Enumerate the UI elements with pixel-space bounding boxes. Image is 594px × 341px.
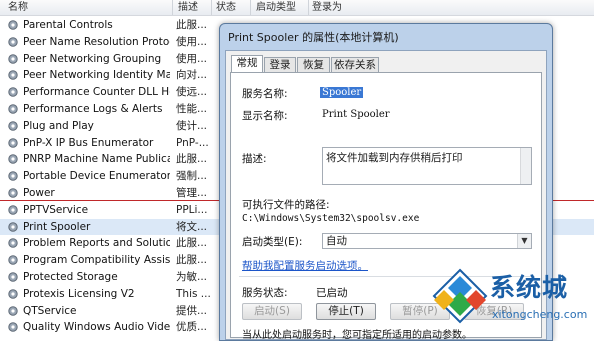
- service-name: Parental Controls: [23, 19, 113, 31]
- service-name: Problem Reports and Solutio...: [23, 237, 170, 250]
- gear-icon: [8, 221, 18, 232]
- service-name: PNRP Machine Name Publicat...: [23, 153, 170, 166]
- service-description: 此服...: [176, 237, 208, 250]
- service-description: 为敏...: [176, 271, 208, 283]
- service-name: Peer Networking Identity Man...: [23, 69, 170, 82]
- description-textbox[interactable]: 将文件加载到内存供稍后打印: [322, 147, 532, 185]
- gear-icon: [8, 255, 18, 265]
- service-name: Program Compatibility Assista...: [23, 254, 170, 267]
- service-name: Portable Device Enumerator S...: [23, 170, 170, 183]
- service-description: This ...: [176, 287, 211, 300]
- site-watermark: 系统城 xitongcheng.com: [432, 264, 592, 330]
- service-name: Peer Networking Grouping: [23, 52, 162, 65]
- service-description: PnP-...: [176, 136, 209, 149]
- gear-icon: [8, 37, 18, 47]
- tab-recovery[interactable]: 恢复: [297, 57, 330, 72]
- gear-icon: [8, 121, 18, 131]
- gear-icon: [8, 53, 18, 64]
- service-description: 性能...: [176, 103, 208, 115]
- gear-icon: [8, 104, 18, 114]
- service-name: Print Spooler: [23, 220, 91, 233]
- gear-icon: [8, 205, 18, 215]
- service-name: PnP-X IP Bus Enumerator: [23, 136, 154, 149]
- service-name: QTService: [23, 304, 77, 317]
- column-status[interactable]: 状态: [216, 1, 236, 14]
- gear-icon: [8, 87, 18, 97]
- gear-icon: [8, 154, 18, 165]
- startup-type-value: 自动: [326, 235, 347, 247]
- gear-icon: [8, 289, 18, 299]
- tab-dependencies[interactable]: 依存关系: [331, 57, 379, 72]
- gear-icon: [8, 322, 18, 333]
- startup-type-label: 启动类型(E):: [242, 236, 303, 248]
- service-name: Protected Storage: [23, 271, 118, 283]
- service-description: 管理...: [176, 187, 208, 199]
- description-value: 将文件加载到内存供稍后打印: [326, 152, 463, 164]
- service-status-value: 已启动: [316, 287, 348, 299]
- description-label: 描述:: [242, 153, 267, 165]
- description-scrollbar[interactable]: [520, 148, 531, 184]
- service-description: 向对...: [176, 69, 208, 82]
- service-description: 使计...: [176, 119, 208, 132]
- watermark-text-en: xitongcheng.com: [492, 308, 588, 321]
- service-name: Performance Logs & Alerts: [23, 103, 163, 115]
- gear-icon: [8, 305, 18, 316]
- exe-path-label: 可执行文件的路径:: [242, 199, 330, 211]
- start-button[interactable]: 启动(S): [242, 303, 302, 320]
- watermark-logo-icon: [432, 268, 488, 324]
- chevron-down-icon[interactable]: ▼: [517, 234, 531, 248]
- service-name: Protexis Licensing V2: [23, 287, 135, 300]
- gear-icon: [8, 238, 18, 249]
- service-description: 使远...: [176, 86, 208, 99]
- column-description[interactable]: 描述: [178, 1, 198, 14]
- dialog-title: Print Spooler 的属性(本地计算机): [228, 31, 399, 44]
- column-name[interactable]: 名称: [8, 1, 28, 14]
- gear-icon: [8, 272, 18, 282]
- help-configure-link[interactable]: 帮助我配置服务启动选项。: [242, 258, 368, 273]
- service-description: 强制...: [176, 170, 208, 183]
- stop-button[interactable]: 停止(T): [316, 303, 376, 320]
- service-name: Power: [23, 187, 55, 199]
- column-startup-type[interactable]: 启动类型: [256, 1, 296, 14]
- service-name-label: 服务名称:: [242, 88, 288, 100]
- gear-icon: [8, 137, 18, 148]
- service-name: PPTVService: [23, 203, 89, 216]
- service-description: 将文...: [176, 220, 208, 233]
- display-name-value[interactable]: Print Spooler: [322, 109, 390, 120]
- service-name: Peer Name Resolution Protocol: [23, 35, 170, 48]
- service-description: 优质...: [176, 321, 208, 334]
- service-description: 使用...: [176, 52, 208, 65]
- service-description: 此服...: [176, 254, 208, 267]
- tab-logon[interactable]: 登录: [264, 57, 296, 72]
- gear-icon: [8, 70, 18, 81]
- service-name: Performance Counter DLL Host: [23, 86, 170, 99]
- gear-icon: [8, 171, 18, 181]
- service-description: PPLi...: [176, 203, 208, 216]
- gear-icon: [8, 20, 18, 30]
- column-header-row: 名称 描述 状态 启动类型 登录为: [0, 0, 594, 16]
- service-name: Plug and Play: [23, 119, 94, 132]
- tab-general[interactable]: 常规: [231, 55, 263, 73]
- gear-icon: [8, 188, 18, 198]
- exe-path-value[interactable]: C:\Windows\System32\spoolsv.exe: [242, 213, 419, 224]
- display-name-label: 显示名称:: [242, 110, 288, 122]
- startup-type-dropdown[interactable]: 自动 ▼: [322, 233, 532, 249]
- service-description: 此服...: [176, 153, 208, 166]
- service-description: 此服...: [176, 19, 208, 31]
- column-logon-as[interactable]: 登录为: [312, 1, 342, 14]
- service-status-label: 服务状态:: [242, 287, 288, 299]
- watermark-text-cn: 系统城: [490, 273, 569, 302]
- service-description: 使用...: [176, 35, 208, 48]
- service-name: Quality Windows Audio Video...: [23, 321, 170, 334]
- service-description: 提供...: [176, 304, 208, 317]
- service-name-value[interactable]: Spooler: [320, 87, 364, 98]
